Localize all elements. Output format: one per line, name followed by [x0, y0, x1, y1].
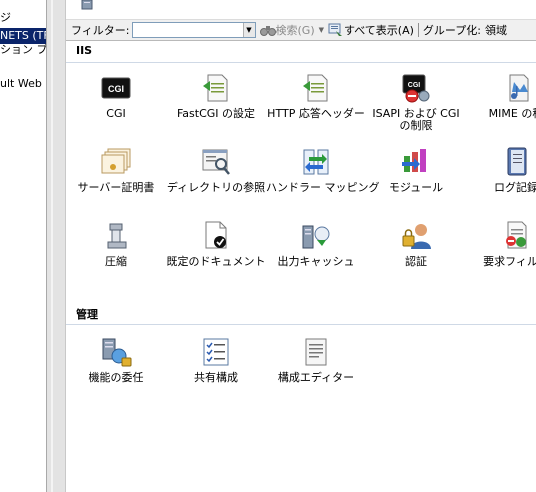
- group-by-label: グループ化:: [422, 24, 481, 37]
- filter-toolbar: フィルター: ▼ 検索(G) ▼ すべて表示(A) グループ化: 領域: [66, 19, 536, 41]
- feature-directory-browsing[interactable]: ディレクトリの参照: [166, 146, 266, 194]
- authentication-icon: [402, 224, 431, 249]
- connections-tree: ジ NETS (TF ション プ ult Web S: [0, 0, 46, 492]
- feature-label: 出力キャッシュ: [277, 255, 355, 268]
- page-header: [66, 0, 536, 18]
- feature-label: 機能の委任: [88, 371, 144, 384]
- feature-logging[interactable]: ログ記録: [466, 146, 536, 194]
- feature-delegation[interactable]: 機能の委任: [66, 336, 166, 384]
- compression-icon: [107, 223, 127, 249]
- request-filtering-icon: [506, 221, 527, 249]
- feature-modules[interactable]: モジュール: [366, 146, 466, 194]
- feature-label: MIME の種: [488, 107, 536, 120]
- http-headers-icon: [303, 74, 328, 102]
- feature-label: サーバー証明書: [77, 181, 155, 194]
- tree-item-label: ジ: [0, 11, 11, 24]
- toolbar-separator: [417, 23, 419, 37]
- group-by-select[interactable]: 領域: [485, 22, 507, 38]
- output-caching-icon: [302, 225, 330, 249]
- feature-label: ログ記録: [494, 181, 536, 194]
- feature-default-document[interactable]: 既定のドキュメント: [166, 220, 266, 268]
- filter-input[interactable]: ▼: [131, 22, 256, 38]
- feature-label: CGI: [106, 107, 126, 120]
- feature-label: HTTP 応答ヘッダー: [267, 107, 365, 120]
- logging-icon: [507, 147, 527, 176]
- search-button[interactable]: 検索(G): [259, 22, 315, 38]
- feature-handler-mappings[interactable]: ハンドラー マッピング: [266, 146, 380, 194]
- handler-mappings-icon: [303, 149, 329, 175]
- section-divider: [66, 62, 536, 63]
- tree-item-label: ult Web S: [0, 77, 46, 90]
- section-title-iis: IIS: [76, 44, 93, 57]
- feature-authentication[interactable]: 認証: [366, 220, 466, 268]
- feature-label: 認証: [405, 255, 427, 268]
- feature-label: モジュール: [388, 181, 444, 194]
- pane-splitter[interactable]: [46, 0, 66, 492]
- feature-mime[interactable]: MIME の種: [466, 72, 536, 120]
- filter-label: フィルター:: [71, 24, 130, 37]
- show-all-label: すべて表示(A): [344, 24, 414, 37]
- tree-item-label: ション プ: [0, 43, 46, 56]
- feature-request-filtering[interactable]: 要求フィルタ: [466, 220, 536, 268]
- feature-label: ハンドラー マッピング: [266, 181, 380, 194]
- modules-icon: [402, 149, 426, 172]
- show-all-icon: [328, 23, 342, 36]
- feature-label: 既定のドキュメント: [166, 255, 266, 268]
- feature-label: 構成エディター: [277, 371, 355, 384]
- configuration-editor-icon: [305, 338, 327, 366]
- feature-fastcgi[interactable]: FastCGI の設定: [166, 72, 266, 120]
- feature-label: ディレクトリの参照: [166, 181, 266, 194]
- feature-label: 圧縮: [105, 255, 127, 268]
- show-all-button[interactable]: すべて表示(A): [328, 22, 414, 38]
- certificate-icon: [101, 148, 131, 174]
- server-icon: [81, 0, 93, 10]
- chevron-down-icon[interactable]: ▼: [319, 26, 324, 34]
- binoculars-icon: [259, 26, 276, 36]
- feature-compression[interactable]: 圧縮: [66, 220, 166, 268]
- section-title-manage: 管理: [76, 308, 98, 321]
- feature-label: 共有構成: [194, 371, 238, 384]
- svg-text:CGI: CGI: [408, 82, 421, 89]
- svg-text:CGI: CGI: [108, 84, 124, 94]
- features-view: フィルター: ▼ 検索(G) ▼ すべて表示(A) グループ化: 領域 IIS …: [66, 0, 536, 492]
- feature-server-certificates[interactable]: サーバー証明書: [66, 146, 166, 194]
- feature-http-headers[interactable]: HTTP 応答ヘッダー: [266, 72, 366, 120]
- section-divider: [66, 324, 536, 325]
- isapi-restrictions-icon: CGI: [402, 74, 430, 103]
- chevron-down-icon[interactable]: ▼: [242, 23, 255, 37]
- default-document-icon: [205, 221, 227, 249]
- feature-label: FastCGI の設定: [176, 107, 256, 120]
- fastcgi-document-icon: [203, 74, 228, 102]
- feature-shared-configuration[interactable]: 共有構成: [166, 336, 266, 384]
- cgi-icon: CGI: [101, 77, 131, 99]
- tree-item-label: NETS (TF: [0, 29, 46, 42]
- shared-configuration-icon: [203, 338, 229, 366]
- feature-isapi-cgi[interactable]: CGI ISAPI および CGI の制限: [366, 72, 466, 132]
- tree-item[interactable]: ション プ: [0, 42, 46, 58]
- tree-item[interactable]: ジ: [0, 10, 11, 26]
- mime-types-icon: [509, 74, 529, 102]
- feature-output-caching[interactable]: 出力キャッシュ: [266, 220, 366, 268]
- feature-delegation-icon: [102, 338, 132, 367]
- feature-configuration-editor[interactable]: 構成エディター: [266, 336, 366, 384]
- directory-browsing-icon: [202, 149, 230, 175]
- tree-item[interactable]: ult Web S: [0, 76, 46, 92]
- feature-label: 要求フィルタ: [483, 255, 536, 268]
- search-label: 検索(G): [275, 24, 315, 37]
- feature-cgi[interactable]: CGI CGI: [66, 72, 166, 120]
- feature-label: ISAPI および CGI の制限: [372, 107, 460, 132]
